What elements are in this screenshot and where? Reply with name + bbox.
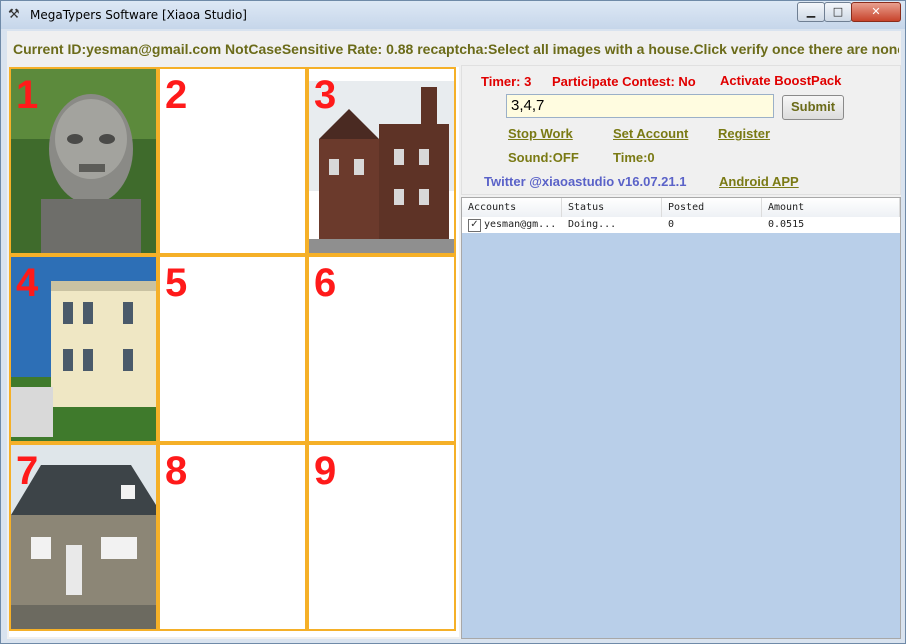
captcha-info-line: Current ID:yesman@gmail.com NotCaseSensi…: [13, 41, 899, 57]
contest-label: Participate Contest: No: [552, 74, 696, 89]
minimize-button[interactable]: ▁: [797, 2, 825, 22]
app-window: ⚒ MegaTypers Software [Xiaoa Studio] ▁ □…: [0, 0, 906, 644]
minimize-icon: ▁: [806, 5, 816, 18]
checkmark-icon: ✓: [470, 219, 479, 230]
maximize-button[interactable]: □: [824, 2, 852, 22]
grid-cell-2[interactable]: 2: [158, 67, 307, 255]
table-row[interactable]: ✓ yesman@gm... Doing... 0 0.0515: [462, 217, 900, 233]
submit-button[interactable]: Submit: [782, 95, 844, 120]
sound-status[interactable]: Sound:OFF: [508, 150, 579, 165]
captcha-answer-input[interactable]: 3,4,7: [506, 94, 774, 118]
row-checkbox[interactable]: ✓: [468, 219, 481, 232]
grid-cell-5[interactable]: 5: [158, 255, 307, 443]
twitter-version-label: Twitter @xiaoastudio v16.07.21.1: [484, 174, 687, 189]
activate-boostpack-link[interactable]: Activate BoostPack: [720, 73, 841, 88]
accounts-table[interactable]: Accounts Status Posted Amount ✓ yesman@g…: [461, 197, 901, 639]
stop-work-link[interactable]: Stop Work: [508, 126, 573, 141]
control-panel: Timer: 3 Participate Contest: No Activat…: [461, 65, 901, 195]
column-header-amount[interactable]: Amount: [762, 198, 900, 217]
close-icon: ✕: [871, 5, 881, 18]
client-area: Current ID:yesman@gmail.com NotCaseSensi…: [7, 31, 901, 639]
cell-posted: 0: [668, 219, 675, 230]
set-account-link[interactable]: Set Account: [613, 126, 688, 141]
table-header: Accounts Status Posted Amount: [462, 198, 900, 218]
window-title: MegaTypers Software [Xiaoa Studio]: [30, 8, 247, 22]
cell-number: 2: [165, 73, 188, 117]
cell-number: 5: [165, 261, 188, 305]
grid-cell-1[interactable]: 1: [9, 67, 158, 255]
grid-cell-3[interactable]: 3: [307, 67, 456, 255]
column-header-posted[interactable]: Posted: [662, 198, 762, 217]
grid-cell-9[interactable]: 9: [307, 443, 456, 631]
cell-amount: 0.0515: [768, 219, 805, 230]
close-button[interactable]: ✕: [851, 2, 901, 22]
cell-account: yesman@gm...: [484, 219, 557, 230]
timer-label: Timer: 3: [481, 74, 532, 89]
grid-cell-4[interactable]: 4: [9, 255, 158, 443]
android-app-link[interactable]: Android APP: [719, 174, 799, 189]
hammer-icon: ⚒: [8, 7, 20, 22]
grid-cell-7[interactable]: 7: [9, 443, 158, 631]
cell-status: Doing...: [568, 219, 617, 230]
cell-number: 1: [16, 73, 39, 117]
cell-number: 9: [314, 449, 337, 493]
time-status: Time:0: [613, 150, 655, 165]
cell-number: 8: [165, 449, 188, 493]
register-link[interactable]: Register: [718, 126, 770, 141]
title-bar[interactable]: ⚒ MegaTypers Software [Xiaoa Studio] ▁ □…: [1, 1, 905, 29]
column-header-accounts[interactable]: Accounts: [462, 198, 562, 217]
grid-cell-8[interactable]: 8: [158, 443, 307, 631]
captcha-grid: 1 2 3 4 5 6 7 8 9: [9, 67, 459, 637]
cell-number: 4: [16, 261, 39, 305]
cell-number: 3: [314, 73, 337, 117]
cell-number: 6: [314, 261, 337, 305]
maximize-icon: □: [832, 5, 844, 18]
column-header-status[interactable]: Status: [562, 198, 662, 217]
cell-number: 7: [16, 449, 39, 493]
grid-cell-6[interactable]: 6: [307, 255, 456, 443]
